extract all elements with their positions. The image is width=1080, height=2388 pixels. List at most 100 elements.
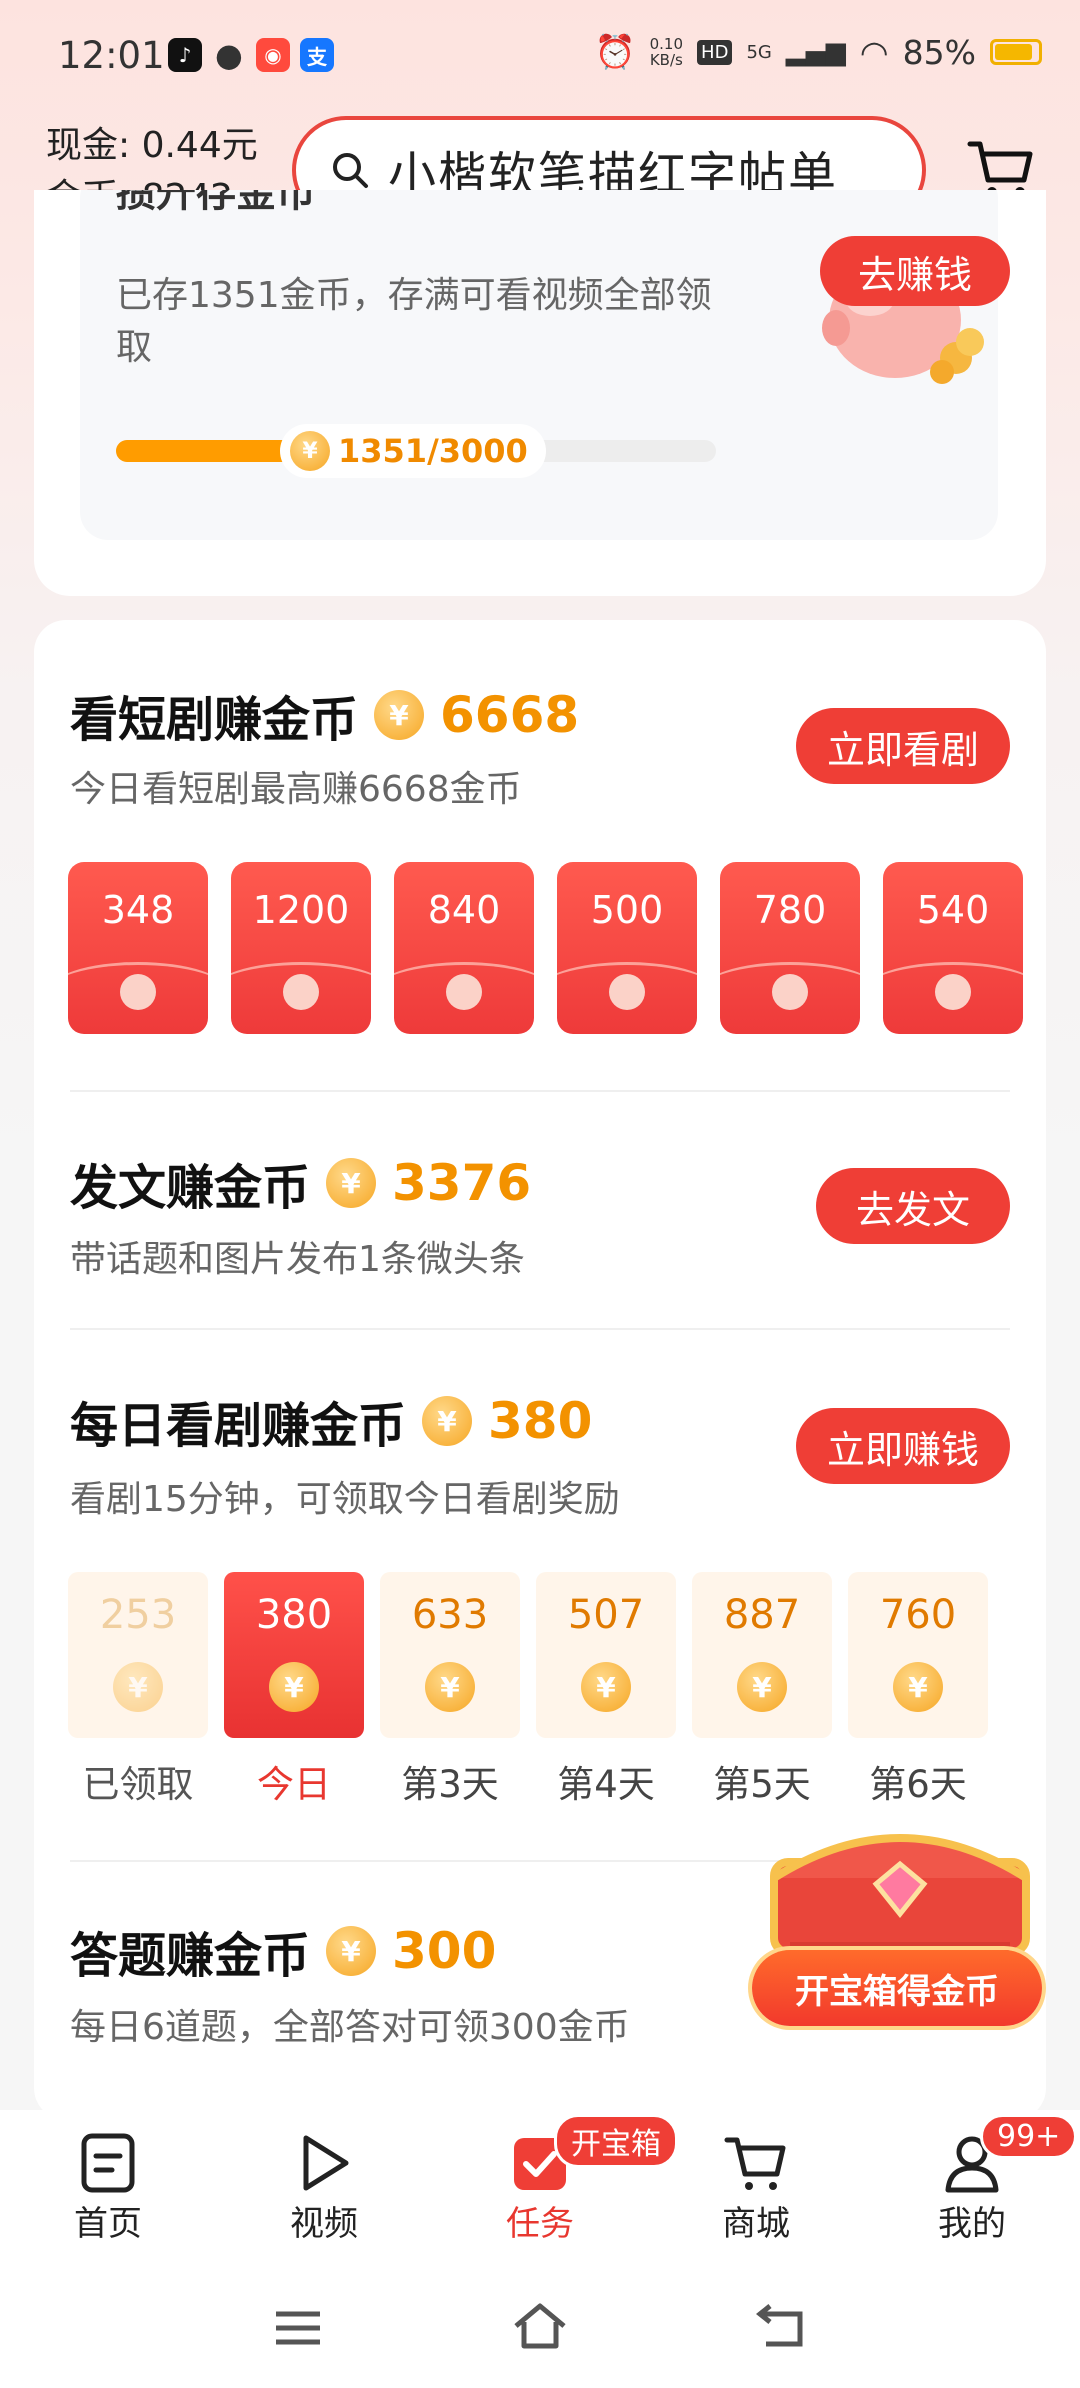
savings-desc: 已存1351金币，存满可看视频全部领取 — [116, 275, 712, 368]
open-chest-button[interactable]: 开宝箱得金币 — [752, 1950, 1042, 2026]
daily-reward-box: 253 ¥ — [68, 1572, 208, 1738]
envelope-seal — [283, 974, 319, 1010]
daily-reward-amount: 507 — [567, 1592, 645, 1638]
hd-icon: HD — [697, 39, 733, 65]
quiz-task-title: 答题赚金币 — [70, 1928, 311, 1984]
post-article-button[interactable]: 去发文 — [816, 1168, 1010, 1244]
tab-home-label: 首页 — [74, 2204, 142, 2244]
battery-percent: 85% — [902, 32, 976, 72]
alarm-icon: ⏰ — [594, 32, 636, 71]
me-badge: 99+ — [980, 2114, 1078, 2159]
coin-icon: ¥ — [326, 1926, 377, 1976]
daily-reward-item[interactable]: 507 ¥ 第4天 — [536, 1572, 676, 1808]
daily-reward-label: 第3天 — [401, 1763, 499, 1806]
network-label: 5G — [746, 41, 772, 63]
envelope-seal — [609, 974, 645, 1010]
wifi-icon: ◠ — [859, 32, 889, 72]
battery-icon — [990, 39, 1042, 65]
envelope-value: 500 — [590, 888, 664, 932]
tiktok-icon: ♪ — [168, 38, 202, 72]
red-envelope[interactable]: 348 — [68, 862, 208, 1034]
savings-progress-text: 1351/3000 — [338, 432, 528, 470]
drama-task-reward: 6668 — [440, 686, 580, 744]
daily-reward-box: 760 ¥ — [848, 1572, 988, 1738]
red-envelope[interactable]: 1200 — [231, 862, 371, 1034]
signal-icon: ▂▄▆ — [785, 37, 846, 67]
envelope-seal — [120, 974, 156, 1010]
envelope-value: 540 — [916, 888, 990, 932]
status-time: 12:01 — [58, 34, 165, 77]
earn-now-button[interactable]: 立即赚钱 — [796, 1408, 1010, 1484]
coin-icon: ¥ — [269, 1662, 319, 1712]
coin-icon: ¥ — [326, 1158, 377, 1208]
open-chest-badge: 开宝箱 — [554, 2114, 678, 2168]
play-icon — [303, 2135, 349, 2191]
tab-video[interactable]: 视频 — [254, 2132, 394, 2245]
daily-reward-amount: 633 — [411, 1592, 489, 1638]
savings-progress-label: ¥ 1351/3000 — [280, 424, 546, 478]
envelope-value: 780 — [753, 888, 827, 932]
red-envelope[interactable]: 500 — [557, 862, 697, 1034]
divider — [70, 1328, 1010, 1330]
daily-reward-item[interactable]: 253 ¥ 已领取 — [68, 1572, 208, 1808]
envelope-value: 840 — [427, 888, 501, 932]
daily-task-title: 每日看剧赚金币 — [70, 1398, 407, 1454]
daily-reward-item[interactable]: 633 ¥ 第3天 — [380, 1572, 520, 1808]
red-envelope[interactable]: 540 — [883, 862, 1023, 1034]
tab-mall-label: 商城 — [722, 2204, 790, 2244]
tab-me-label: 我的 — [938, 2204, 1006, 2244]
daily-reward-box: 633 ¥ — [380, 1572, 520, 1738]
daily-reward-item[interactable]: 887 ¥ 第5天 — [692, 1572, 832, 1808]
daily-reward-label: 已领取 — [82, 1763, 194, 1806]
savings-card: 攒升存金币 已存1351金币，存满可看视频全部领取 ¥ 1351/3000 去赚… — [34, 190, 1046, 596]
post-task-reward: 3376 — [392, 1154, 532, 1212]
daily-reward-box: 380 ¥ — [224, 1572, 364, 1738]
coin-icon: ¥ — [581, 1662, 631, 1712]
watch-drama-button[interactable]: 立即看剧 — [796, 708, 1010, 784]
daily-reward-amount: 887 — [723, 1592, 801, 1638]
divider — [70, 1090, 1010, 1092]
tab-home[interactable]: 首页 — [38, 2132, 178, 2245]
menu-icon[interactable] — [272, 2308, 324, 2348]
tab-tasks-label: 任务 — [506, 2204, 574, 2244]
tab-video-label: 视频 — [290, 2204, 358, 2244]
coin-icon: ¥ — [422, 1396, 473, 1446]
earn-money-button[interactable]: 去赚钱 — [820, 236, 1010, 306]
quiz-task-reward: 300 — [392, 1922, 497, 1980]
daily-task-desc: 看剧15分钟，可领取今日看剧奖励 — [70, 1479, 620, 1520]
daily-reward-item[interactable]: 380 ¥ 今日 — [224, 1572, 364, 1808]
tab-mall[interactable]: 商城 — [686, 2132, 826, 2245]
envelope-value: 1200 — [252, 888, 350, 932]
quiz-task-title-row: 答题赚金币 ¥ 300 — [70, 1916, 496, 1986]
coin-icon: ¥ — [113, 1662, 163, 1712]
daily-task-title-row: 每日看剧赚金币 ¥ 380 — [70, 1386, 592, 1456]
daily-reward-amount: 760 — [879, 1592, 957, 1638]
system-nav-bar — [0, 2280, 1080, 2388]
drama-task-desc: 今日看短剧最高赚6668金币 — [70, 769, 522, 810]
coin-icon: ¥ — [893, 1662, 943, 1712]
coin-icon: ¥ — [425, 1662, 475, 1712]
app-notification-icon: ◉ — [256, 38, 290, 72]
cash-balance: 现金: 0.44元 — [46, 125, 258, 166]
bottom-nav: 首页 视频 任务 开宝箱 商城 我的 99+ — [0, 2110, 1080, 2280]
envelope-seal — [446, 974, 482, 1010]
daily-reward-label: 今日 — [257, 1763, 331, 1806]
envelope-value: 348 — [101, 888, 175, 932]
drama-task-title: 看短剧赚金币 — [70, 692, 359, 748]
savings-title: 攒升存金币 — [116, 190, 316, 216]
coin-icon: ¥ — [374, 690, 425, 740]
status-bar: 12:01 ♪ ● ◉ 支 ⏰ 0.10 KB/s HD 5G ▂▄▆ ◠ 85… — [0, 0, 1080, 110]
net-speed: 0.10 KB/s — [649, 35, 684, 69]
daily-reward-label: 第4天 — [557, 1763, 655, 1806]
red-envelope[interactable]: 780 — [720, 862, 860, 1034]
alipay-icon: 支 — [300, 38, 334, 72]
envelope-seal — [772, 974, 808, 1010]
red-envelope[interactable]: 840 — [394, 862, 534, 1034]
daily-reward-item[interactable]: 760 ¥ 第6天 — [848, 1572, 988, 1808]
daily-task-reward: 380 — [488, 1392, 593, 1450]
home-icon[interactable] — [512, 2302, 568, 2350]
post-task-title-row: 发文赚金币 ¥ 3376 — [70, 1148, 531, 1218]
coin-icon: ¥ — [290, 431, 330, 471]
daily-reward-list: 253 ¥ 已领取 380 ¥ 今日 633 ¥ 第3天 507 ¥ 第4天 887 ¥ 第5天 760 ¥ 第6… — [68, 1572, 1048, 1812]
back-icon[interactable] — [756, 2304, 808, 2350]
